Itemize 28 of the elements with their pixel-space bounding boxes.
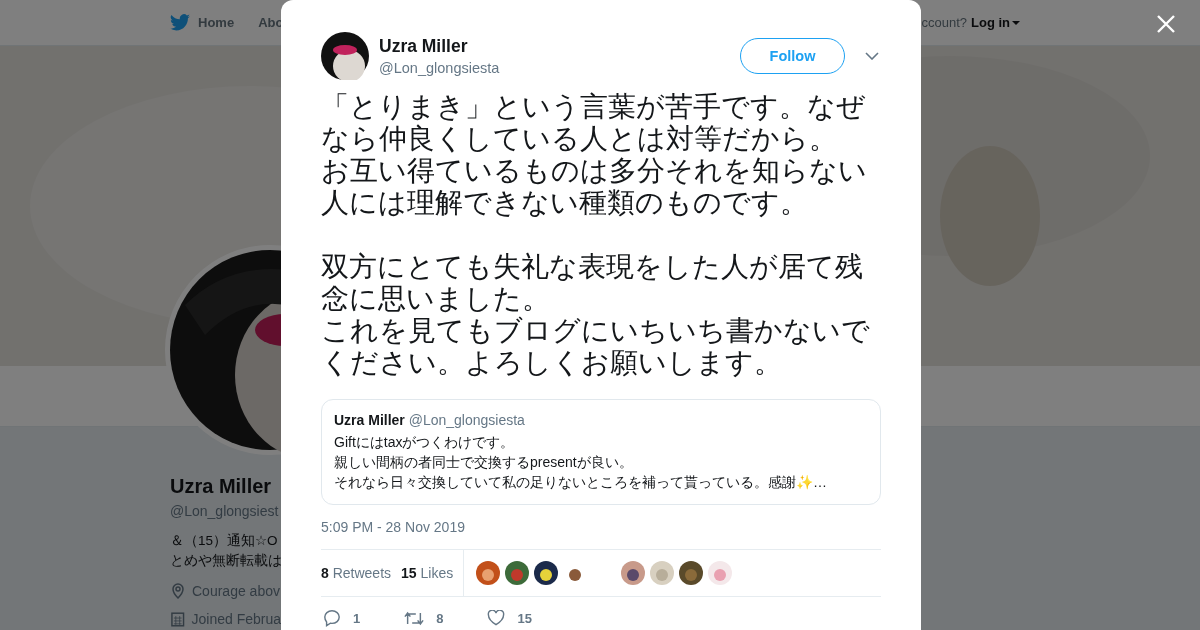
- stat-link[interactable]: 15 Likes: [401, 565, 454, 581]
- quoted-text-line: Giftにはtaxがつくわけです。: [334, 433, 516, 452]
- stat-link[interactable]: 8 Retweets: [321, 565, 392, 581]
- retweet-icon[interactable]: [404, 609, 425, 627]
- quoted-author-handle: @Lon_glongsiesta: [408, 412, 525, 428]
- like-icon[interactable]: [487, 610, 506, 626]
- quoted-tweet-card[interactable]: Uzra Miller @Lon_glongsiesta Giftにはtaxがつくわけです。 親しい間柄の者同士で交換するpresentが良い。 それなら日々交換していて私の足りないところを補って貰っている。感謝✨…: [321, 399, 881, 505]
- profile-joined: Joined Februa: [191, 611, 281, 627]
- location-pin-icon: [170, 583, 186, 599]
- quoted-text-line: 親しい間柄の者同士で交換するpresentが良い。: [334, 453, 634, 472]
- action-count: 15: [517, 610, 532, 626]
- login-link[interactable]: Log in: [971, 15, 1020, 30]
- profile-bio-line: ＆（15）通知☆O: [170, 532, 279, 550]
- action-count: 8: [436, 610, 444, 626]
- action-count: 1: [353, 610, 361, 626]
- profile-name: Uzra Miller: [170, 475, 273, 498]
- profile-location: Courage abov: [192, 583, 280, 599]
- calendar-icon: [170, 611, 186, 627]
- quoted-author-name: Uzra Miller: [334, 412, 405, 428]
- profile-bio-line: とめや無断転載は: [170, 552, 281, 570]
- profile-handle: @Lon_glongsiest: [170, 503, 280, 519]
- quoted-text-line: それなら日々交換していて私の足りないところを補って貰っている。感謝✨…: [334, 473, 828, 492]
- reply-icon[interactable]: [323, 609, 341, 627]
- tweet-timestamp: 5:09 PM - 28 Nov 2019: [321, 519, 466, 535]
- close-button[interactable]: [1156, 14, 1176, 34]
- bird-icon: [170, 14, 190, 31]
- nav-link[interactable]: Home: [198, 15, 235, 30]
- account-prompt: ccount?: [921, 15, 967, 30]
